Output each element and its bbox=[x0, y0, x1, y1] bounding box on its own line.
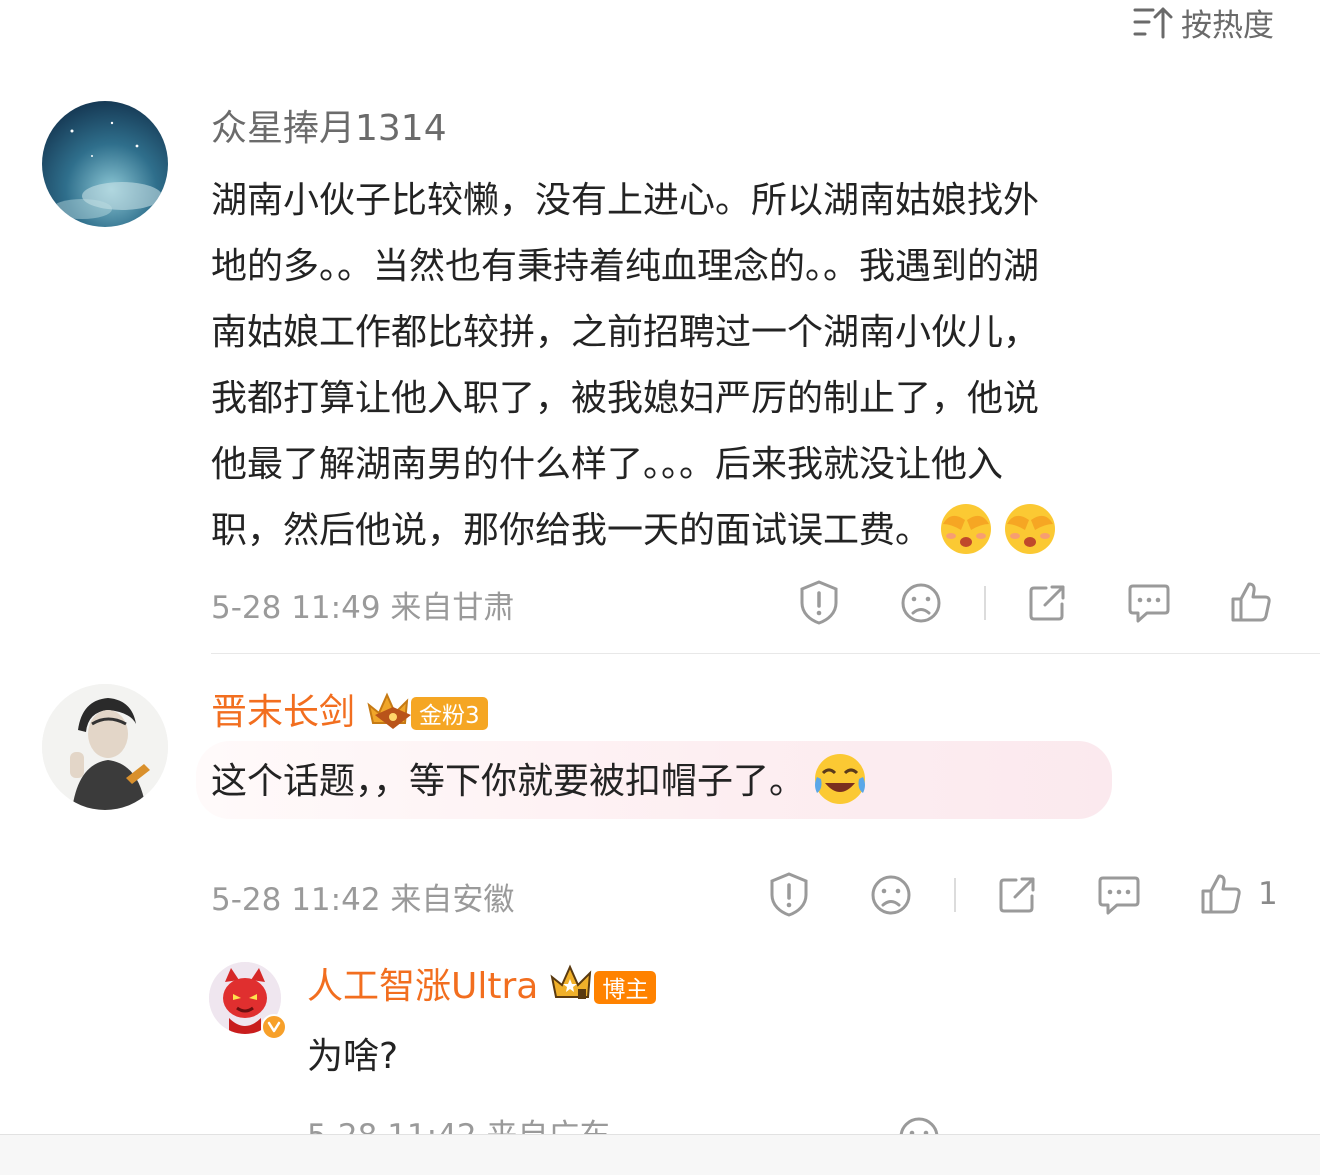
sort-label: 按热度 bbox=[1181, 7, 1274, 44]
like-count: 1 bbox=[1258, 876, 1278, 912]
comment-meta: 5-28 11:42 来自安徽 bbox=[211, 874, 514, 919]
comment-bubble-icon[interactable] bbox=[1126, 580, 1172, 626]
fan-badge-label: 金粉3 bbox=[411, 696, 488, 730]
comment-line: 湖南小伙子比较懒，没有上进心。所以湖南姑娘找外 bbox=[211, 180, 1040, 221]
reply-meta-partial: 5-28 11:42 来自广东 bbox=[307, 1116, 610, 1134]
sort-by-hot-toggle[interactable]: 按热度 bbox=[1133, 2, 1274, 44]
report-icon[interactable] bbox=[796, 578, 842, 626]
reply-text: 为啥? bbox=[307, 1036, 399, 1077]
comment-text: 湖南小伙子比较懒，没有上进心。所以湖南姑娘找外 地的多。。当然也有秉持着纯血理念… bbox=[211, 168, 1281, 564]
reply-header: 人工智涨Ultra 博主 bbox=[307, 963, 657, 1011]
dislike-face-icon[interactable] bbox=[868, 872, 914, 918]
bottom-toolbar bbox=[0, 1134, 1320, 1175]
comment-line: 职，然后他说，那你给我一天的面试误工费。 bbox=[211, 498, 1281, 564]
avatar[interactable] bbox=[42, 684, 168, 810]
fan-badge[interactable]: 金粉3 bbox=[365, 689, 488, 737]
username[interactable]: 众星捧月1314 bbox=[211, 106, 447, 152]
avatar[interactable] bbox=[209, 962, 287, 1040]
blogger-badge-label: 博主 bbox=[594, 970, 657, 1004]
action-divider bbox=[954, 878, 956, 912]
comment-location: 来自甘肃 bbox=[390, 590, 515, 626]
laughing-tears-icon bbox=[811, 749, 869, 807]
comment-meta: 5-28 11:49 来自甘肃 bbox=[211, 582, 514, 627]
comment-line-text: 职，然后他说，那你给我一天的面试误工费。 bbox=[211, 510, 932, 551]
share-icon[interactable] bbox=[1024, 580, 1070, 626]
report-icon[interactable] bbox=[766, 870, 812, 918]
comment-location: 来自安徽 bbox=[390, 882, 515, 918]
username[interactable]: 人工智涨Ultra bbox=[307, 964, 538, 1010]
avatar[interactable] bbox=[42, 101, 168, 227]
action-divider bbox=[984, 586, 986, 620]
username[interactable]: 晋末长剑 bbox=[211, 690, 355, 736]
dislike-face-icon[interactable] bbox=[898, 1116, 944, 1134]
like-button[interactable]: 1 bbox=[1198, 870, 1278, 918]
comment-divider bbox=[211, 653, 1320, 654]
comment-time: 5-28 11:42 bbox=[211, 882, 381, 918]
comment-time: 5-28 11:49 bbox=[211, 590, 381, 626]
face-hiding-eyes-icon bbox=[1001, 498, 1059, 556]
sort-icon bbox=[1133, 4, 1173, 40]
comment-bubble-icon[interactable] bbox=[1096, 872, 1142, 918]
comment-line: 南姑娘工作都比较拼，之前招聘过一个湖南小伙儿， bbox=[211, 312, 1040, 353]
dislike-face-icon[interactable] bbox=[898, 580, 944, 626]
like-icon[interactable] bbox=[1228, 578, 1274, 626]
comment-line: 他最了解湖南男的什么样了。。。后来我就没让他入 bbox=[211, 444, 1004, 485]
comment-header: 晋末长剑 金粉3 bbox=[211, 689, 488, 737]
comment-line-text: 这个话题，，等下你就要被扣帽子了。 bbox=[211, 761, 806, 802]
comment-text: 这个话题，，等下你就要被扣帽子了。 bbox=[211, 749, 869, 815]
verified-badge-icon bbox=[261, 1014, 287, 1040]
like-icon[interactable] bbox=[1198, 870, 1244, 918]
face-hiding-eyes-icon bbox=[937, 498, 995, 556]
share-icon[interactable] bbox=[994, 872, 1040, 918]
blogger-badge[interactable]: 博主 bbox=[548, 963, 657, 1011]
comment-line: 地的多。。当然也有秉持着纯血理念的。。我遇到的湖 bbox=[211, 246, 1040, 287]
comment-line: 我都打算让他入职了，被我媳妇严厉的制止了，他说 bbox=[211, 378, 1040, 419]
